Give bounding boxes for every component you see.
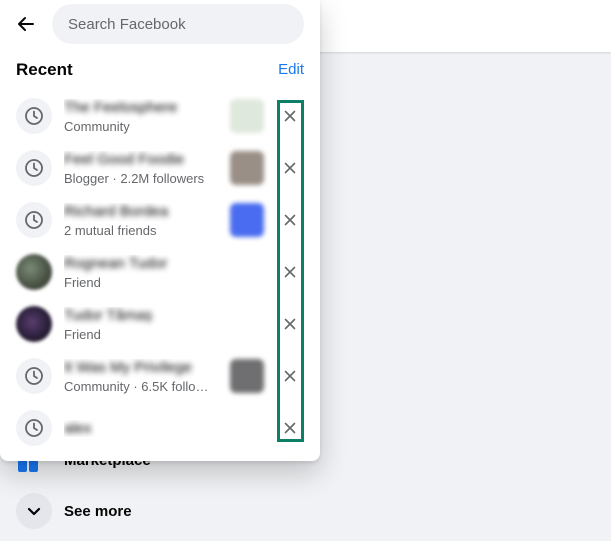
close-icon: [284, 318, 296, 330]
close-icon: [284, 422, 296, 434]
back-button[interactable]: [8, 6, 44, 42]
close-icon: [284, 110, 296, 122]
recent-item-text: Rognean Tudor Friend: [64, 255, 216, 290]
recent-item-name: The Feelosphere: [64, 98, 178, 116]
close-icon: [284, 162, 296, 174]
clock-icon: [16, 410, 52, 446]
recent-item-name: Rognean Tudor: [64, 254, 168, 272]
recent-search-item[interactable]: Tudor Tămaș Friend: [8, 298, 312, 350]
remove-button[interactable]: [276, 153, 304, 183]
recent-search-item[interactable]: Feel Good Foodie Blogger · 2.2M followers: [8, 142, 312, 194]
clock-icon: [16, 98, 52, 134]
recent-item-name: Tudor Tămaș: [64, 306, 153, 324]
recent-item-subtitle: Community: [64, 118, 130, 134]
thumbnail-image: [230, 359, 264, 393]
close-icon: [284, 370, 296, 382]
recent-search-item[interactable]: The Feelosphere Community: [8, 90, 312, 142]
recent-item-text: alex: [64, 420, 216, 437]
remove-button[interactable]: [276, 257, 304, 287]
recent-item-text: Tudor Tămaș Friend: [64, 307, 216, 342]
close-icon: [284, 266, 296, 278]
edit-link[interactable]: Edit: [278, 61, 304, 78]
recent-item-name: alex: [64, 419, 92, 437]
see-more-button[interactable]: See more: [16, 493, 132, 529]
recent-item-name: Feel Good Foodie: [64, 150, 185, 168]
remove-button[interactable]: [276, 205, 304, 235]
search-dropdown-panel: Recent Edit The Feelosphere Community Feel…: [0, 0, 320, 461]
clock-icon: [16, 358, 52, 394]
see-more-label: See more: [64, 502, 132, 520]
remove-button[interactable]: [276, 309, 304, 339]
search-input[interactable]: [68, 15, 304, 33]
avatar: [16, 306, 52, 342]
recent-heading: Recent: [16, 60, 73, 79]
recent-item-name: Richard Bordea: [64, 202, 169, 220]
recent-item-text: It Was My Privilege Community · 6.5K foll…: [64, 359, 216, 394]
search-box[interactable]: [52, 4, 304, 44]
recent-item-subtitle: Community · 6.5K followers: [64, 378, 216, 394]
thumbnail-image: [230, 99, 264, 133]
recent-search-item[interactable]: Richard Bordea 2 mutual friends: [8, 194, 312, 246]
recent-item-subtitle: Friend: [64, 326, 101, 342]
recent-item-subtitle: Blogger · 2.2M followers: [64, 170, 205, 186]
close-icon: [284, 214, 296, 226]
clock-icon: [16, 150, 52, 186]
thumbnail-image: [230, 151, 264, 185]
recent-search-item[interactable]: Rognean Tudor Friend: [8, 246, 312, 298]
recent-search-item[interactable]: alex: [8, 402, 312, 454]
remove-button[interactable]: [276, 361, 304, 391]
recent-item-text: Feel Good Foodie Blogger · 2.2M followers: [64, 151, 216, 186]
recent-search-item[interactable]: It Was My Privilege Community · 6.5K foll…: [8, 350, 312, 402]
recent-item-name: It Was My Privilege: [64, 358, 192, 376]
avatar: [16, 254, 52, 290]
recent-item-text: Richard Bordea 2 mutual friends: [64, 203, 216, 238]
remove-button[interactable]: [276, 101, 304, 131]
remove-button[interactable]: [276, 413, 304, 443]
clock-icon: [16, 202, 52, 238]
recent-item-subtitle: 2 mutual friends: [64, 222, 157, 238]
recent-item-subtitle: Friend: [64, 274, 101, 290]
recent-item-text: The Feelosphere Community: [64, 99, 216, 134]
chevron-down-icon: [16, 493, 52, 529]
arrow-left-icon: [18, 17, 34, 31]
thumbnail-image: [230, 203, 264, 237]
recent-searches-list: The Feelosphere Community Feel Good Foodie…: [8, 90, 312, 454]
